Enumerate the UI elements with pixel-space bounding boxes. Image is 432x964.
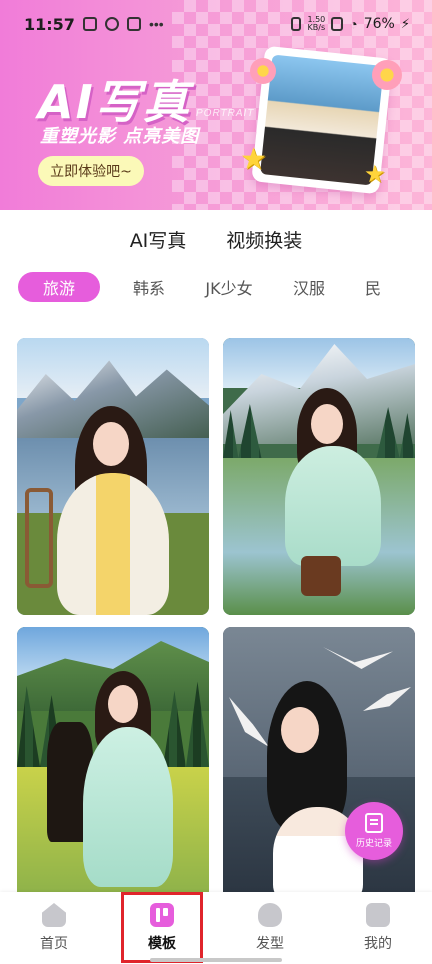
nav-hairstyle[interactable]: 发型 (216, 892, 324, 964)
history-button-label: 历史记录 (355, 839, 392, 849)
nav-hairstyle-label: 发型 (256, 936, 284, 952)
nav-templates[interactable]: 模板 (108, 892, 216, 964)
template-card[interactable] (223, 338, 415, 615)
status-time: 11:57 (24, 14, 75, 34)
more-dots-icon: ••• (148, 16, 164, 32)
notification-icon (82, 17, 97, 31)
charging-icon: ⚡ (400, 16, 410, 31)
banner-subtitle: 重塑光影 点亮美图 (40, 126, 200, 147)
main-tabs: AI写真 视频换装 (0, 226, 432, 256)
battery-percentage: 76% (363, 16, 395, 32)
category-chips: 旅游 韩系 JK少女 汉服 民 (18, 271, 432, 303)
nav-profile[interactable]: 我的 (324, 892, 432, 964)
nav-templates-label: 模板 (148, 936, 176, 952)
card-person-body (285, 446, 381, 566)
app-notification-icon (104, 17, 119, 31)
bottom-nav: 首页 模板 发型 我的 (0, 892, 432, 964)
network-speed: 1.50 KB/s (307, 16, 325, 32)
vibrate-icon (291, 17, 302, 31)
home-icon (42, 903, 66, 927)
sim-icon (331, 17, 344, 31)
nav-home[interactable]: 首页 (0, 892, 108, 964)
tab-video-outfit[interactable]: 视频换装 (226, 226, 302, 256)
template-icon (150, 903, 174, 927)
hairstyle-icon (258, 903, 282, 927)
star-sticker-icon: ★ (240, 143, 267, 176)
template-card[interactable] (223, 627, 415, 904)
wifi-icon: ◔ (349, 16, 358, 32)
flower-sticker-icon (250, 58, 276, 84)
network-speed-unit: KB/s (307, 23, 326, 32)
tiktok-icon (126, 17, 141, 31)
tab-ai-portrait[interactable]: AI写真 (130, 226, 190, 256)
category-folk[interactable]: 民 (358, 272, 388, 302)
card-person-face (93, 422, 129, 466)
card-person-body (83, 727, 173, 887)
card-person-face (281, 707, 319, 753)
card-person-face (311, 404, 343, 444)
flower-sticker-icon (372, 60, 402, 90)
try-now-button[interactable]: 立即体验吧~ (38, 156, 144, 186)
category-korean[interactable]: 韩系 (128, 272, 170, 302)
category-hanfu[interactable]: 汉服 (288, 272, 330, 302)
category-travel[interactable]: 旅游 (18, 272, 100, 302)
history-button[interactable]: 历史记录 (345, 802, 403, 860)
profile-icon (366, 903, 390, 927)
home-indicator[interactable] (150, 958, 282, 962)
history-icon (365, 813, 383, 833)
card-chair (25, 488, 53, 588)
category-jk-girl[interactable]: JK少女 (198, 272, 260, 302)
card-person-face (108, 685, 138, 723)
nav-profile-label: 我的 (364, 936, 392, 952)
status-bar: 11:57 ••• 1.50 KB/s ◔ 76% ⚡ (0, 0, 432, 48)
template-card[interactable] (17, 627, 209, 904)
card-person-body (57, 473, 169, 615)
star-sticker-icon: ★ (364, 161, 386, 188)
card-person-boots (301, 556, 341, 596)
template-card[interactable] (17, 338, 209, 615)
nav-home-label: 首页 (40, 936, 68, 952)
